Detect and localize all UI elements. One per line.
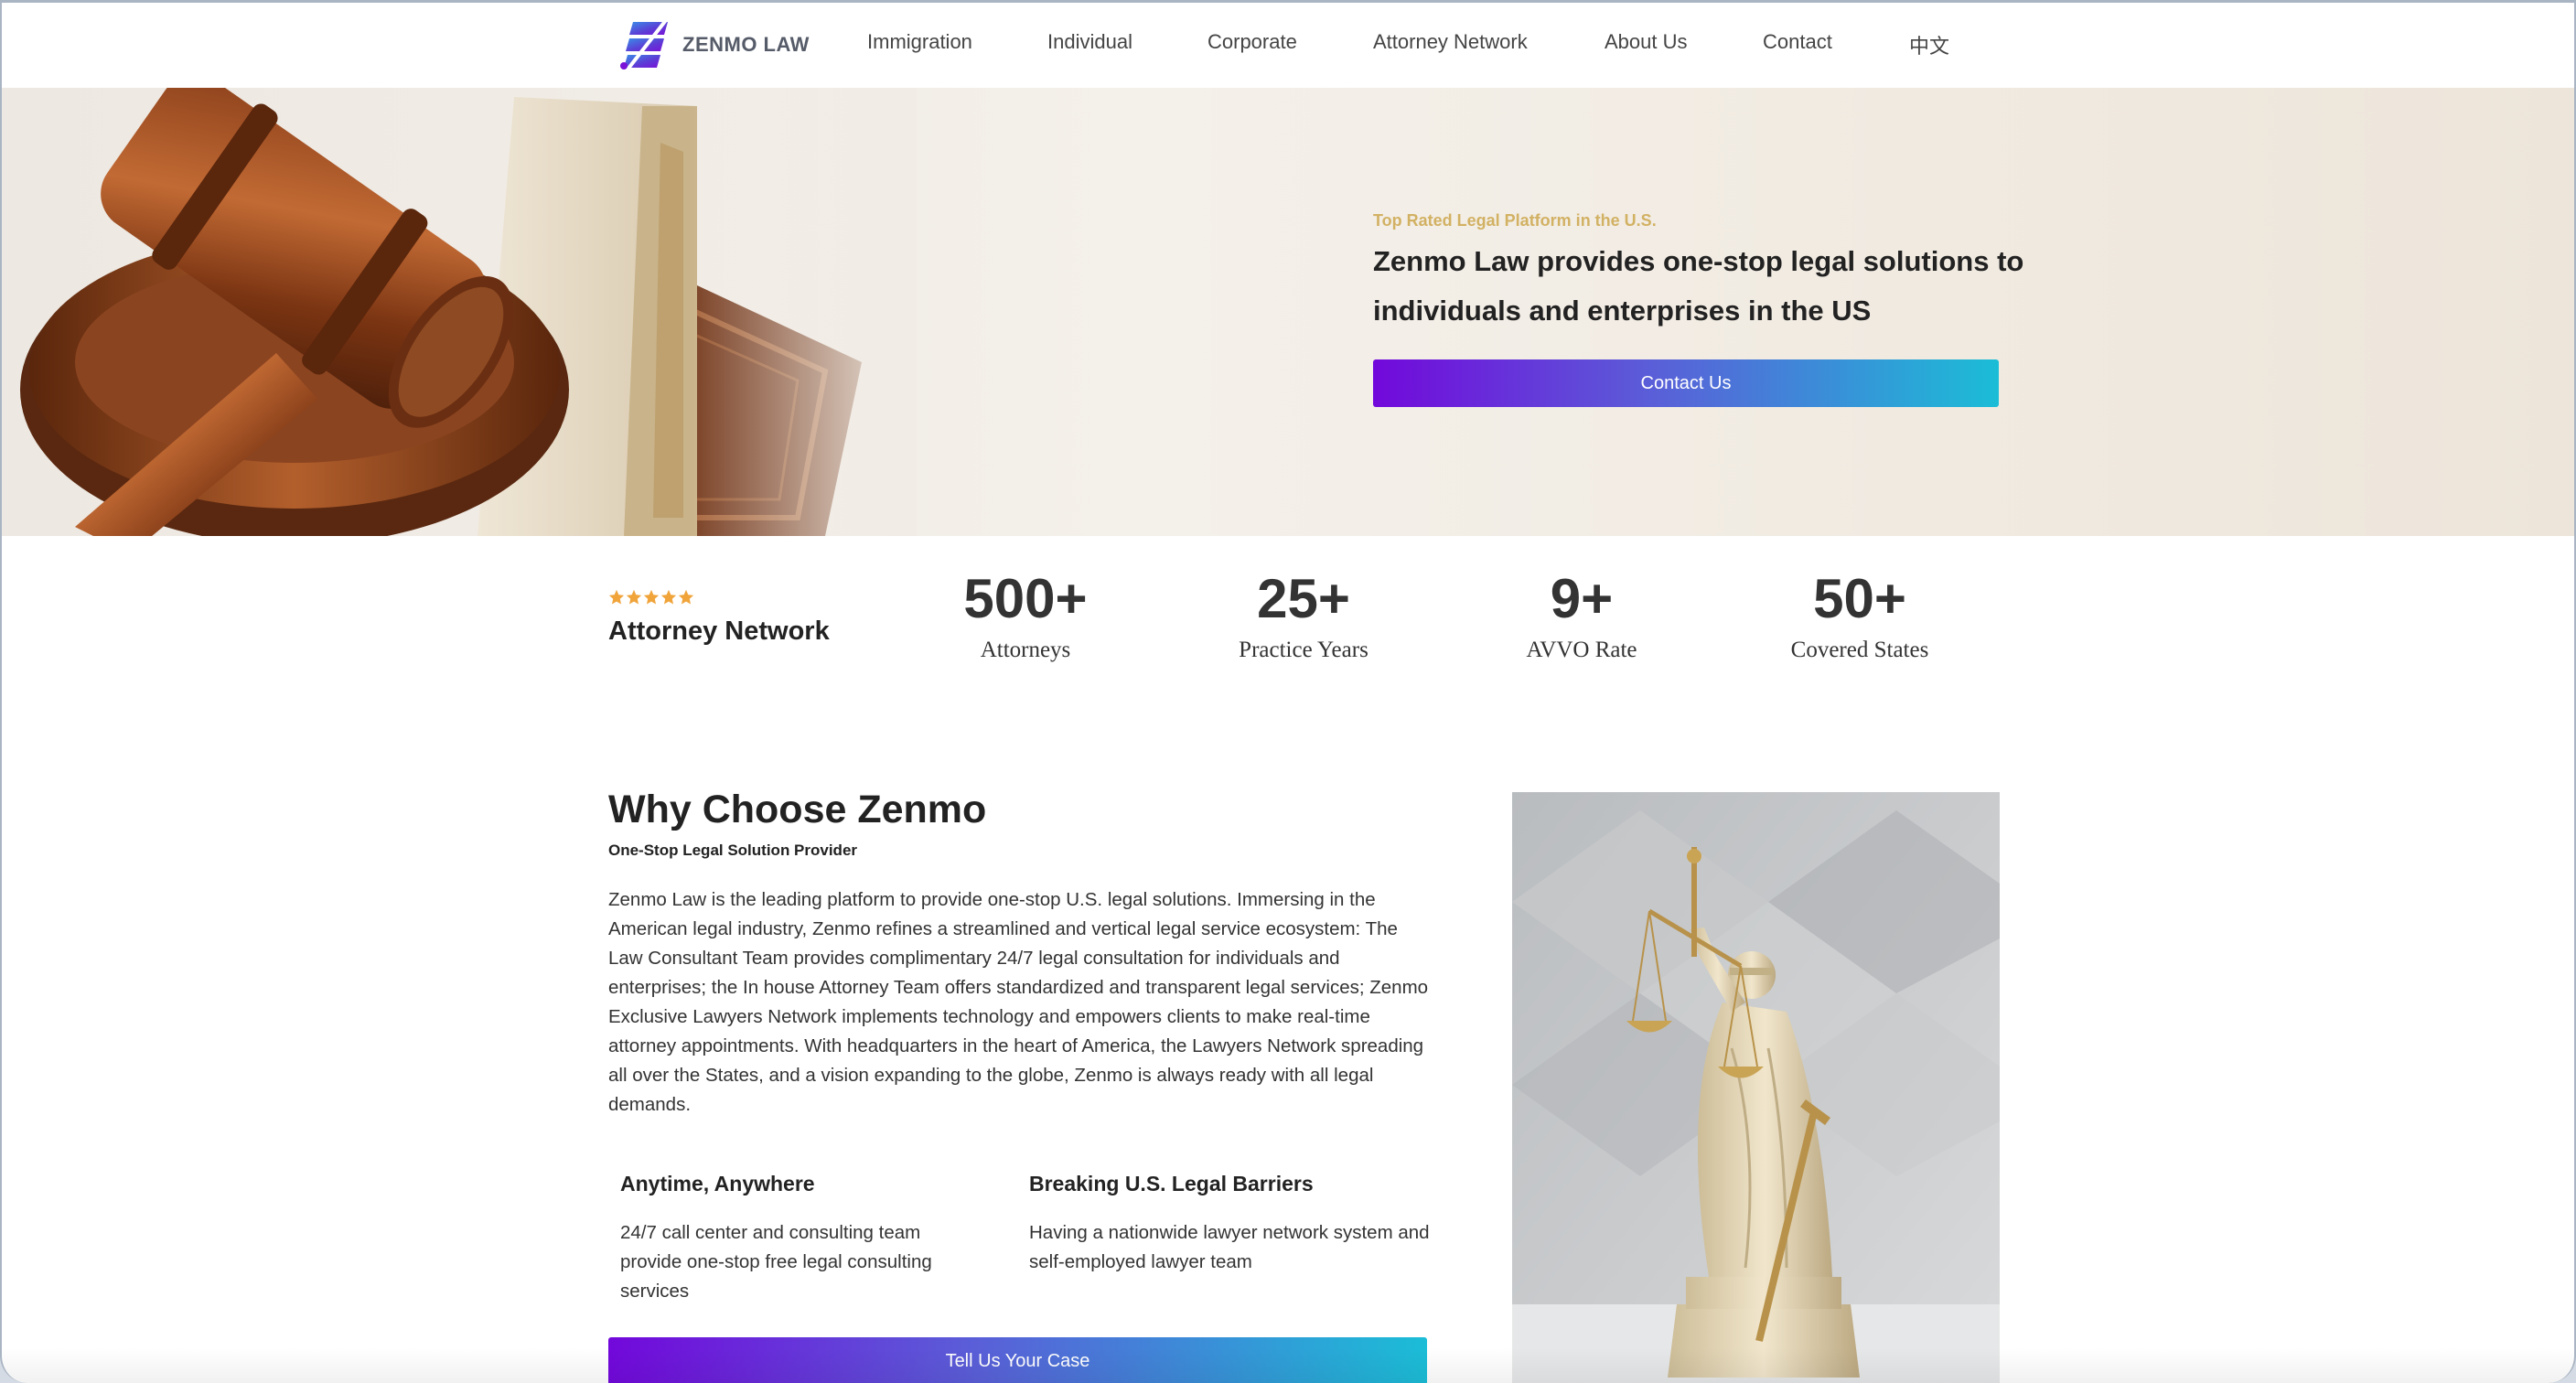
hero-tagline: Top Rated Legal Platform in the U.S. xyxy=(1373,211,1657,230)
lady-justice-icon xyxy=(1512,792,2000,1383)
nav-language-chinese[interactable]: 中文 xyxy=(1909,30,1949,59)
stat-practice-years: 25+ Practice Years xyxy=(1189,566,1418,663)
stat-caption: Practice Years xyxy=(1239,638,1368,662)
stat-value: 25+ xyxy=(1257,568,1350,629)
stat-caption: Covered States xyxy=(1790,638,1929,662)
nav-attorney-network[interactable]: Attorney Network xyxy=(1373,30,1528,54)
stat-caption: Attorneys xyxy=(980,638,1071,662)
nav-individual[interactable]: Individual xyxy=(1047,30,1132,54)
hero-title: Zenmo Law provides one-stop legal soluti… xyxy=(1373,245,2024,327)
section-subtitle: One-Stop Legal Solution Provider xyxy=(608,842,858,859)
stat-value: 500+ xyxy=(963,568,1088,629)
feature-title-anytime: Anytime, Anywhere xyxy=(620,1172,815,1195)
star-icon xyxy=(660,589,677,605)
nav-contact[interactable]: Contact xyxy=(1763,30,1832,54)
attorney-network-label: Attorney Network xyxy=(608,616,830,646)
rating-stars xyxy=(608,589,694,606)
section-body: Zenmo Law is the leading platform to pro… xyxy=(608,889,1429,1115)
gavel-and-book-image xyxy=(2,88,917,536)
zenmo-logo-icon xyxy=(620,18,668,71)
star-icon xyxy=(608,589,625,605)
hero-banner: Top Rated Legal Platform in the U.S. Zen… xyxy=(2,88,2574,536)
logo[interactable]: ZENMO LAW xyxy=(618,17,810,72)
logo-text: ZENMO LAW xyxy=(682,33,810,56)
feature-text-barriers: Having a nationwide lawyer network syste… xyxy=(1029,1222,1430,1272)
stat-attorneys: 500+ Attorneys xyxy=(911,566,1140,663)
feature-text-anytime: 24/7 call center and consulting team pro… xyxy=(620,1222,932,1302)
contact-us-button[interactable]: Contact Us xyxy=(1373,359,1999,407)
feature-title-barriers: Breaking U.S. Legal Barriers xyxy=(1029,1172,1314,1195)
star-icon xyxy=(678,589,694,605)
browser-window: ZENMO LAW Immigration Individual Corpora… xyxy=(0,0,2576,1383)
star-icon xyxy=(626,589,642,605)
stat-caption: AVVO Rate xyxy=(1526,638,1637,662)
nav-corporate[interactable]: Corporate xyxy=(1208,30,1297,54)
lady-justice-statue-image xyxy=(1512,792,2000,1383)
stat-value: 50+ xyxy=(1813,568,1906,629)
top-navigation: ZENMO LAW Immigration Individual Corpora… xyxy=(2,3,2574,88)
stat-avvo-rate: 9+ AVVO Rate xyxy=(1467,566,1696,663)
stat-value: 9+ xyxy=(1550,568,1614,629)
star-icon xyxy=(643,589,660,605)
tell-us-your-case-button[interactable]: Tell Us Your Case xyxy=(608,1337,1427,1383)
stat-covered-states: 50+ Covered States xyxy=(1745,566,1974,663)
nav-immigration[interactable]: Immigration xyxy=(867,30,972,54)
section-title: Why Choose Zenmo xyxy=(608,788,987,831)
nav-about-us[interactable]: About Us xyxy=(1605,30,1688,54)
